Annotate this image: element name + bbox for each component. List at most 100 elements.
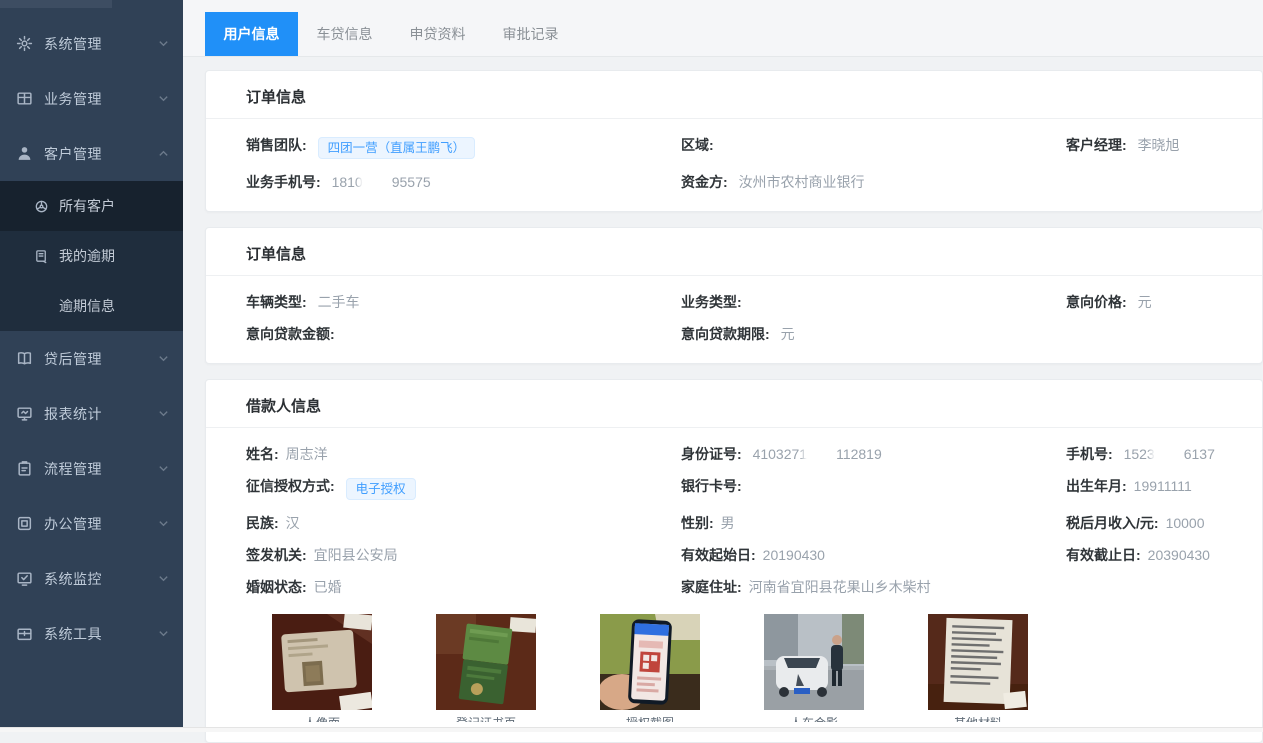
sidebar: 系统管理 业务管理 客户管理 所有客户 (0, 0, 183, 732)
sidebar-item-overdue-info[interactable]: 逾期信息 (0, 281, 183, 331)
tab-loan-application-docs[interactable]: 申贷资料 (391, 12, 484, 56)
chevron-down-icon (158, 93, 169, 104)
photo-caption: 登记证书页 (436, 717, 536, 722)
field-gender: 性别:男 (681, 514, 1066, 532)
chevron-down-icon (158, 408, 169, 419)
photo-caption: 人像面 (272, 717, 372, 722)
chevron-down-icon (158, 353, 169, 364)
document-photo-row: 人像面 (246, 614, 1238, 722)
chevron-down-icon (158, 463, 169, 474)
empty-cell (1066, 578, 1238, 596)
sidebar-item-postloan-mgmt[interactable]: 贷后管理 (0, 331, 183, 386)
sidebar-item-label: 客户管理 (44, 144, 158, 164)
customer-mgmt-submenu: 所有客户 我的逾期 逾期信息 (0, 181, 183, 331)
notebook-icon (34, 249, 49, 264)
monitor-check-icon (16, 570, 33, 587)
car-person-photo[interactable]: 人车合影 (764, 614, 864, 722)
photo-caption: 其他材料 (928, 717, 1028, 722)
sidebar-item-label: 流程管理 (44, 459, 158, 479)
privacy-blur (1156, 447, 1183, 462)
field-monthly-income: 税后月收入/元:10000 (1066, 514, 1238, 532)
field-valid-to: 有效截止日:20390430 (1066, 546, 1238, 564)
sidebar-item-label: 系统管理 (44, 34, 158, 54)
field-ethnicity: 民族:汉 (246, 514, 681, 532)
phone-qr-photo[interactable]: 授权截图 (600, 614, 700, 722)
id-card-photo[interactable]: 人像面 (272, 614, 372, 722)
sidebar-item-business-mgmt[interactable]: 业务管理 (0, 71, 183, 126)
field-sales-team: 销售团队: 四团一营（直属王鹏飞） (246, 136, 681, 159)
field-business-phone: 业务手机号: 181095575 (246, 173, 681, 191)
sidebar-item-my-overdue[interactable]: 我的逾期 (0, 231, 183, 281)
field-issuing-authority: 签发机关:宜阳县公安局 (246, 546, 681, 564)
sidebar-item-label: 办公管理 (44, 514, 158, 534)
sidebar-item-label: 逾期信息 (59, 296, 115, 316)
field-valid-from: 有效起始日:20190430 (681, 546, 1066, 564)
logo-area (0, 0, 112, 8)
scroll-area: 订单信息 销售团队: 四团一营（直属王鹏飞） 区域: 客户经理: 李晓旭 (183, 57, 1263, 743)
sidebar-item-all-customers[interactable]: 所有客户 (0, 181, 183, 231)
report-monitor-icon (16, 405, 33, 422)
horizontal-scrollbar[interactable] (0, 727, 1263, 732)
chevron-down-icon (158, 573, 169, 584)
sidebar-item-process-mgmt[interactable]: 流程管理 (0, 441, 183, 496)
sidebar-item-system-tools[interactable]: 系统工具 (0, 606, 183, 661)
toolbox-icon (16, 625, 33, 642)
empty-cell (1066, 173, 1238, 191)
card-title: 订单信息 (206, 228, 1262, 276)
field-region: 区域: (681, 136, 1066, 159)
sidebar-item-customer-mgmt[interactable]: 客户管理 (0, 126, 183, 181)
tab-car-loan-info[interactable]: 车贷信息 (298, 12, 391, 56)
field-intent-loan-term: 意向贷款期限: 元 (681, 325, 1066, 343)
field-name: 姓名:周志洋 (246, 445, 681, 463)
sidebar-item-label: 我的逾期 (59, 246, 115, 266)
photo-caption: 授权截图 (600, 717, 700, 722)
green-booklet-photo[interactable]: 登记证书页 (436, 614, 536, 722)
field-bank-card: 银行卡号: (681, 477, 1066, 500)
wheel-icon (34, 199, 49, 214)
card-title: 借款人信息 (206, 380, 1262, 428)
order-info-card-1: 订单信息 销售团队: 四团一营（直属王鹏飞） 区域: 客户经理: 李晓旭 (205, 70, 1263, 212)
sidebar-item-report-stats[interactable]: 报表统计 (0, 386, 183, 441)
field-home-address: 家庭住址:河南省宜阳县花果山乡木柴村 (681, 578, 1066, 596)
gear-icon (16, 35, 33, 52)
field-id-number: 身份证号: 4103271112819 (681, 445, 1066, 463)
open-book-icon (16, 350, 33, 367)
clipboard-icon (16, 460, 33, 477)
field-funder: 资金方: 汝州市农村商业银行 (681, 173, 1066, 191)
field-birth-date: 出生年月:19911111 (1066, 477, 1238, 500)
field-customer-manager: 客户经理: 李晓旭 (1066, 136, 1238, 159)
sidebar-item-label: 贷后管理 (44, 349, 158, 369)
card-title: 订单信息 (206, 71, 1262, 119)
field-credit-auth-method: 征信授权方式: 电子授权 (246, 477, 681, 500)
field-marital-status: 婚姻状态:已婚 (246, 578, 681, 596)
chevron-up-icon (158, 148, 169, 159)
handwritten-doc-photo[interactable]: 其他材料 (928, 614, 1028, 722)
order-info-card-2: 订单信息 车辆类型: 二手车 业务类型: 意向价格: 元 (205, 227, 1263, 364)
credit-auth-tag: 电子授权 (346, 478, 416, 500)
borrower-info-card: 借款人信息 姓名:周志洋 身份证号: 4103271112819 手机号: 15… (205, 379, 1263, 743)
sidebar-menu: 系统管理 业务管理 客户管理 所有客户 (0, 16, 183, 661)
sidebar-item-label: 系统监控 (44, 569, 158, 589)
privacy-blur (364, 175, 391, 190)
privacy-blur (808, 447, 835, 462)
chevron-down-icon (158, 38, 169, 49)
tab-approval-records[interactable]: 审批记录 (484, 12, 577, 56)
sidebar-item-system-mgmt[interactable]: 系统管理 (0, 16, 183, 71)
empty-cell (1066, 325, 1238, 343)
sidebar-item-label: 系统工具 (44, 624, 158, 644)
tab-bar: 用户信息 车贷信息 申贷资料 审批记录 (183, 0, 1263, 57)
chevron-down-icon (158, 628, 169, 639)
chevron-down-icon (158, 518, 169, 529)
tab-user-info[interactable]: 用户信息 (205, 12, 298, 56)
field-mobile-phone: 手机号: 15236137 (1066, 445, 1238, 463)
sidebar-item-label: 业务管理 (44, 89, 158, 109)
sidebar-item-label: 所有客户 (59, 196, 115, 216)
sales-team-tag: 四团一营（直属王鹏飞） (318, 137, 476, 159)
field-vehicle-type: 车辆类型: 二手车 (246, 293, 681, 311)
photo-caption: 人车合影 (764, 717, 864, 722)
field-intent-loan-amount: 意向贷款金额: (246, 325, 681, 343)
sidebar-item-system-monitor[interactable]: 系统监控 (0, 551, 183, 606)
grid-icon (16, 90, 33, 107)
sidebar-item-office-mgmt[interactable]: 办公管理 (0, 496, 183, 551)
square-icon (16, 515, 33, 532)
